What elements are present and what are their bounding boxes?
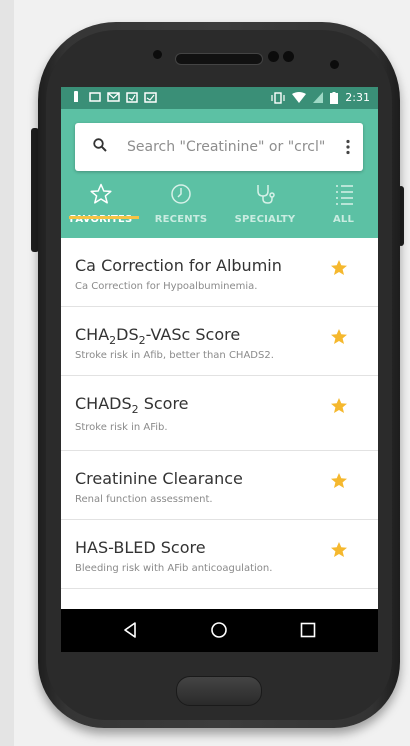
star-filled-icon[interactable] — [330, 397, 348, 415]
tab-favorites[interactable]: FAVORITES — [61, 179, 141, 238]
item-title: CHADS2 Score — [75, 394, 189, 416]
status-icons: 2:31 — [271, 91, 370, 104]
favorites-list: Ca Correction for Albumin Ca Correction … — [61, 238, 378, 589]
tab-recents[interactable]: RECENTS — [141, 179, 221, 238]
signal-icon — [313, 91, 324, 103]
earpiece-speaker — [175, 53, 263, 65]
search-icon[interactable] — [93, 138, 107, 152]
tab-all-label: ALL — [332, 214, 355, 225]
front-camera — [153, 50, 162, 59]
sensor-dot — [330, 60, 339, 69]
list-item[interactable]: CHA2DS2-VASc Score Stroke risk in Afib, … — [61, 307, 378, 376]
title-part: DS — [116, 325, 139, 344]
title-part: CHA — [75, 325, 110, 344]
status-bar: 2:31 — [61, 87, 378, 109]
back-icon[interactable] — [121, 621, 139, 639]
title-subscript: 2 — [131, 403, 139, 417]
tab-recents-label: RECENTS — [154, 214, 208, 225]
status-time: 2:31 — [345, 91, 370, 104]
title-part: -VASc Score — [145, 325, 241, 344]
vibrate-icon — [271, 91, 285, 104]
active-tab-indicator — [69, 216, 139, 219]
sensor-dot — [283, 51, 294, 62]
background — [0, 0, 14, 746]
item-title: CHA2DS2-VASc Score — [75, 325, 240, 347]
battery-icon — [330, 91, 339, 104]
list-item[interactable]: Ca Correction for Albumin Ca Correction … — [61, 238, 378, 307]
star-filled-icon[interactable] — [330, 472, 348, 490]
search-input[interactable] — [127, 123, 327, 171]
android-nav-bar — [61, 609, 378, 652]
wifi-icon — [292, 91, 307, 103]
notification-icons-svg — [74, 90, 157, 103]
item-title: Ca Correction for Albumin — [75, 256, 282, 275]
star-outline-icon — [90, 183, 112, 204]
title-subscript: 2 — [138, 334, 146, 348]
phone-home-button[interactable] — [176, 676, 262, 706]
item-description: Stroke risk in AFib. — [75, 422, 168, 433]
list-item[interactable]: Creatinine Clearance Renal function asse… — [61, 451, 378, 520]
search-bar — [75, 123, 363, 171]
title-part: CHADS — [75, 394, 132, 413]
sensor-dot — [268, 51, 279, 62]
star-filled-icon[interactable] — [330, 541, 348, 559]
app-screen: 2:31 FAVORITES RECENTS SPECIALTY A — [61, 87, 378, 652]
title-part: Score — [138, 394, 189, 413]
list-icon — [335, 185, 353, 205]
tab-all[interactable]: ALL — [309, 179, 378, 238]
home-icon[interactable] — [210, 621, 228, 639]
item-description: Renal function assessment. — [75, 494, 213, 505]
star-filled-icon[interactable] — [330, 328, 348, 346]
stethoscope-icon — [257, 185, 275, 204]
item-description: Ca Correction for Hypoalbuminemia. — [75, 281, 258, 292]
item-description: Bleeding risk with AFib anticoagulation. — [75, 563, 273, 574]
recents-icon[interactable] — [299, 621, 317, 639]
star-filled-icon[interactable] — [330, 259, 348, 277]
item-title: HAS-BLED Score — [75, 538, 206, 557]
notification-icons — [73, 90, 173, 106]
clock-icon — [171, 184, 191, 204]
item-title: Creatinine Clearance — [75, 469, 243, 488]
more-options-icon[interactable] — [345, 139, 351, 155]
tab-specialty-label: SPECIALTY — [234, 214, 296, 225]
list-item[interactable]: HAS-BLED Score Bleeding risk with AFib a… — [61, 520, 378, 589]
list-item[interactable]: CHADS2 Score Stroke risk in AFib. — [61, 376, 378, 451]
tab-specialty[interactable]: SPECIALTY — [221, 179, 309, 238]
tab-bar: FAVORITES RECENTS SPECIALTY ALL — [61, 179, 378, 238]
item-description: Stroke risk in Afib, better than CHADS2. — [75, 350, 274, 361]
